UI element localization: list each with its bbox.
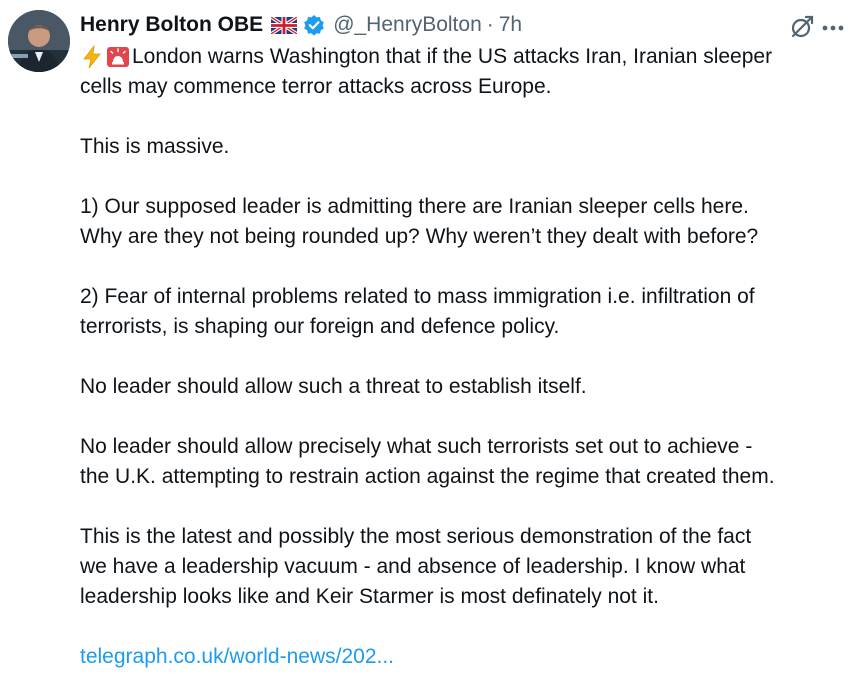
- tweet-line: cells may commence terror attacks across…: [80, 75, 552, 98]
- tweet-line: we have a leadership vacuum - and absenc…: [80, 555, 746, 578]
- post-time[interactable]: 7h: [499, 13, 522, 37]
- tweet-line: 2) Fear of internal problems related to …: [80, 285, 755, 308]
- tweet-text: London warns Washington that if the US a…: [80, 42, 850, 672]
- verified-badge-icon[interactable]: [303, 14, 325, 36]
- tweet-line: leadership looks like and Keir Starmer i…: [80, 585, 659, 608]
- tweet-line: This is massive.: [80, 135, 230, 158]
- uk-flag-icon: [271, 16, 298, 34]
- tweet-line: Why are they not being rounded up? Why w…: [80, 225, 759, 248]
- article-link[interactable]: telegraph.co.uk/world-news/202...: [80, 642, 850, 672]
- tweet-line: No leader should allow precisely what su…: [80, 435, 753, 458]
- tweet-header: Henry Bolton OBE @_HenryBolton · 7h: [80, 10, 522, 40]
- tweet-line: 1) Our supposed leader is admitting ther…: [80, 195, 749, 218]
- tweet-line: terrorists, is shaping our foreign and d…: [80, 315, 560, 338]
- tweet-line: This is the latest and possibly the most…: [80, 525, 752, 548]
- more-options-icon[interactable]: [818, 14, 848, 40]
- author-name[interactable]: Henry Bolton OBE: [80, 13, 263, 37]
- grok-icon[interactable]: [789, 14, 815, 40]
- tweet-line-text: London warns Washington that if the US a…: [132, 45, 773, 68]
- author-handle[interactable]: @_HenryBolton: [333, 13, 482, 37]
- police-light-emoji: [106, 45, 130, 69]
- tweet-line: No leader should allow such a threat to …: [80, 375, 587, 398]
- avatar[interactable]: [8, 10, 70, 72]
- tweet-line: the U.K. attempting to restrain action a…: [80, 465, 775, 488]
- high-voltage-emoji: [80, 45, 104, 69]
- tweet: Henry Bolton OBE @_HenryBolton · 7h Lond…: [0, 0, 858, 682]
- avatar-photo: [8, 10, 70, 72]
- tweet-line: London warns Washington that if the US a…: [80, 42, 850, 72]
- separator-dot: ·: [486, 13, 494, 36]
